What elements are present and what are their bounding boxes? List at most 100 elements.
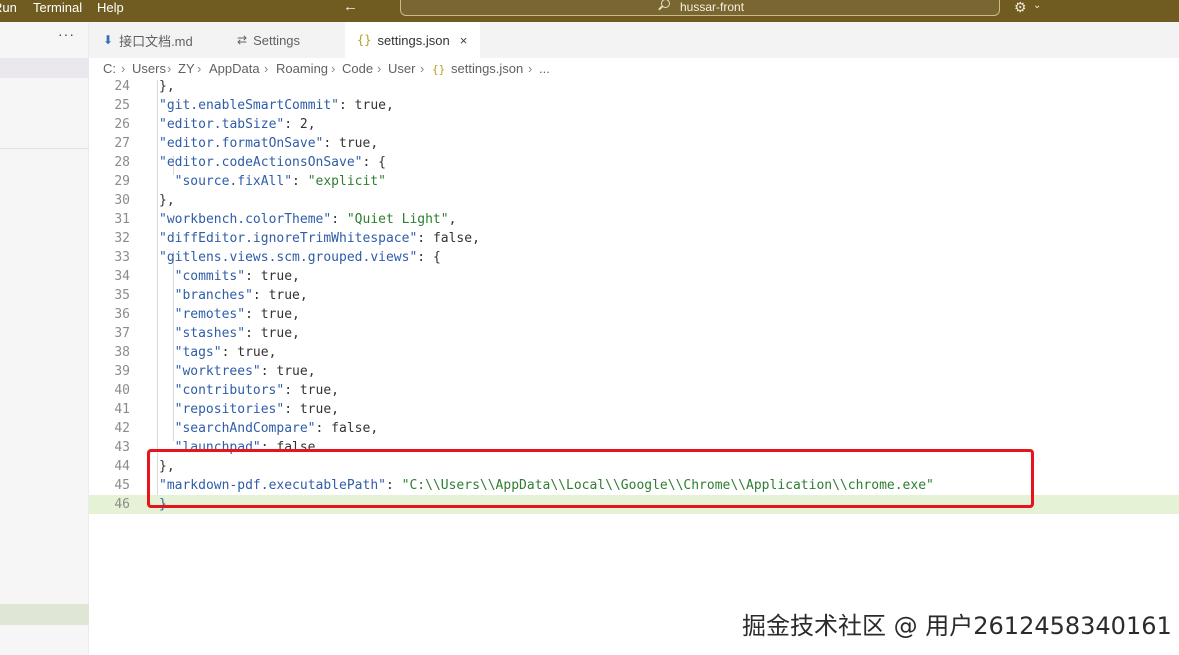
line-number: 25 xyxy=(114,98,130,113)
colon: : xyxy=(260,364,277,379)
code-line[interactable]: 40 "contributors": true, xyxy=(89,381,1179,400)
code-line[interactable]: 34 "commits": true, xyxy=(89,267,1179,286)
breadcrumb-item[interactable]: AppData xyxy=(209,61,260,77)
json-key: "editor.codeActionsOnSave" xyxy=(159,155,363,170)
code-text: "launchpad": false xyxy=(175,438,316,457)
sidebar-hover-row[interactable] xyxy=(0,58,89,78)
json-key: "workbench.colorTheme" xyxy=(159,212,332,227)
code-line[interactable]: 33 "gitlens.views.scm.grouped.views": { xyxy=(89,248,1179,267)
punctuation: , xyxy=(292,307,300,322)
code-token: }, xyxy=(159,459,175,474)
line-number: 46 xyxy=(114,497,130,512)
code-text: "branches": true, xyxy=(175,286,308,305)
json-value: false xyxy=(331,421,371,436)
colon: : xyxy=(284,117,300,132)
code-text: "contributors": true, xyxy=(175,381,339,400)
tab-markdown-file[interactable]: ⬇ 接口文档.md xyxy=(101,22,229,58)
breadcrumb-item[interactable]: Users xyxy=(132,61,166,77)
line-number: 33 xyxy=(114,250,130,265)
menu-help[interactable]: Help xyxy=(97,0,124,16)
json-value: false xyxy=(432,231,473,246)
json-key: "markdown-pdf.executablePath" xyxy=(159,478,386,493)
code-line[interactable]: 41 "repositories": true, xyxy=(89,400,1179,419)
tab-label: settings.json xyxy=(377,32,450,48)
breadcrumb-item[interactable]: ZY xyxy=(178,61,195,77)
more-icon[interactable]: ··· xyxy=(58,26,75,42)
punctuation: , xyxy=(292,269,300,284)
code-line[interactable]: 46} xyxy=(89,495,1179,514)
code-line[interactable]: 31 "workbench.colorTheme": "Quiet Light", xyxy=(89,210,1179,229)
json-value: "Quiet Light" xyxy=(346,212,449,227)
settings-icon: ⇄ xyxy=(237,33,248,47)
json-value: true xyxy=(237,345,269,360)
code-text: } xyxy=(159,495,167,514)
chevron-down-icon[interactable]: ⌄ xyxy=(1033,0,1041,11)
code-line[interactable]: 32 "diffEditor.ignoreTrimWhitespace": fal… xyxy=(89,229,1179,248)
colon: : xyxy=(385,478,402,493)
close-icon[interactable]: × xyxy=(460,33,468,48)
command-center-search[interactable]: hussar-front xyxy=(400,0,1000,16)
code-text: "editor.codeActionsOnSave": { xyxy=(159,153,386,172)
breadcrumb-item[interactable]: C: xyxy=(103,61,116,77)
menu-run[interactable]: Run xyxy=(0,0,17,16)
breadcrumb-item[interactable]: settings.json xyxy=(451,61,523,77)
code-line[interactable]: 36 "remotes": true, xyxy=(89,305,1179,324)
menu-terminal[interactable]: Terminal xyxy=(33,0,82,16)
sidebar-divider xyxy=(0,148,89,149)
json-key: "editor.formatOnSave" xyxy=(159,136,324,151)
breadcrumb-item[interactable]: User xyxy=(388,61,415,77)
code-text: "stashes": true, xyxy=(175,324,300,343)
code-line[interactable]: 37 "stashes": true, xyxy=(89,324,1179,343)
code-line[interactable]: 35 "branches": true, xyxy=(89,286,1179,305)
colon: : xyxy=(417,250,433,265)
colon: : xyxy=(245,326,261,341)
json-key: "remotes" xyxy=(174,307,246,322)
code-token: }, xyxy=(159,193,175,208)
line-number: 30 xyxy=(114,193,130,208)
json-value: true xyxy=(260,269,293,284)
json-value: true xyxy=(339,136,371,151)
json-value: 2 xyxy=(299,117,308,132)
sidebar-selected-row[interactable] xyxy=(0,604,89,625)
breadcrumb-item[interactable]: ... xyxy=(539,61,550,77)
code-line[interactable]: 29 "source.fixAll": "explicit" xyxy=(89,172,1179,191)
account-icon[interactable]: ⚙ xyxy=(1014,0,1027,16)
code-editor[interactable]: 24 }, 25 "git.enableSmartCommit": true, 26 "… xyxy=(89,77,1179,655)
code-line[interactable]: 28 "editor.codeActionsOnSave": { xyxy=(89,153,1179,172)
code-line[interactable]: 24 }, xyxy=(89,77,1179,96)
breadcrumb-separator: › xyxy=(331,61,336,76)
arrow-left-icon[interactable]: ← xyxy=(343,0,358,15)
code-line[interactable]: 38 "tags": true, xyxy=(89,343,1179,362)
code-text: "commits": true, xyxy=(175,267,300,286)
code-line[interactable]: 39 "worktrees": true, xyxy=(89,362,1179,381)
colon: : xyxy=(292,174,308,189)
title-bar: Run Terminal Help ← hussar-front ⚙ ⌄ xyxy=(0,0,1179,22)
code-line[interactable]: 30}, xyxy=(89,191,1179,210)
code-line[interactable]: 42 "searchAndCompare": false, xyxy=(89,419,1179,438)
code-text: "tags": true, xyxy=(175,343,277,362)
code-line[interactable]: 45 "markdown-pdf.executablePath": "C:\\Us… xyxy=(89,476,1179,495)
tab-settings-json[interactable]: {} settings.json × xyxy=(345,22,480,58)
breadcrumb-item[interactable]: Code xyxy=(342,61,373,77)
code-line[interactable]: 44}, xyxy=(89,457,1179,476)
colon: : xyxy=(362,155,379,170)
breadcrumb-item[interactable]: Roaming xyxy=(276,61,328,77)
code-text: "editor.tabSize": 2, xyxy=(159,115,316,134)
line-number: 28 xyxy=(114,155,130,170)
code-line[interactable]: 27 "editor.formatOnSave": true, xyxy=(89,134,1179,153)
colon: : xyxy=(245,269,261,284)
code-line[interactable]: 25 "git.enableSmartCommit": true, xyxy=(89,96,1179,115)
line-number: 41 xyxy=(114,402,130,417)
line-number: 32 xyxy=(114,231,130,246)
colon: : xyxy=(417,231,433,246)
punctuation: , xyxy=(268,345,277,360)
punctuation: , xyxy=(472,231,480,246)
json-value: true xyxy=(260,326,293,341)
punctuation: , xyxy=(448,212,457,227)
tab-settings[interactable]: ⇄ Settings xyxy=(235,22,343,58)
code-line[interactable]: 26 "editor.tabSize": 2, xyxy=(89,115,1179,134)
code-line[interactable]: 43 "launchpad": false xyxy=(89,438,1179,457)
tab-label: 接口文档.md xyxy=(119,33,193,49)
punctuation: , xyxy=(292,326,300,341)
code-text: "repositories": true, xyxy=(175,400,339,419)
